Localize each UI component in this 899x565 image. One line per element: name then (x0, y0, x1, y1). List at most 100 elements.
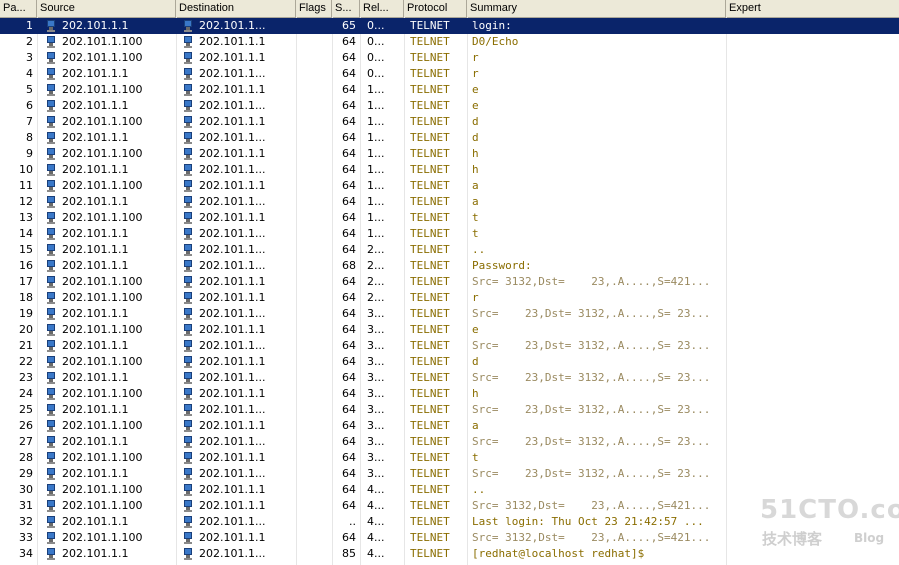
cell-expert (726, 322, 899, 338)
column-header-protocol[interactable]: Protocol (404, 0, 467, 17)
table-row[interactable]: 22 202.101.1.100 202.101.1.1 64 3... TELNET d (0, 354, 899, 370)
table-row[interactable]: 13 202.101.1.100 202.101.1.1 64 1... TELNET t (0, 210, 899, 226)
table-row[interactable]: 3 202.101.1.100 202.101.1.1 64 0... TELNET r (0, 50, 899, 66)
cell-summary: [redhat@localhost redhat]$ (472, 547, 645, 560)
cell-packet-number: 24 (19, 387, 33, 400)
table-row[interactable]: 4 202.101.1.1 202.101.1... 64 0... TELNET r (0, 66, 899, 82)
table-row[interactable]: 23 202.101.1.1 202.101.1... 64 3... TELNET Src… (0, 370, 899, 386)
cell-flags (296, 434, 332, 450)
cell-summary: login: (472, 19, 512, 32)
cell-relative-time: 1... (367, 227, 385, 240)
column-header-size[interactable]: S... (332, 0, 360, 17)
destination-address: 202.101.1.1 (199, 83, 266, 96)
cell-protocol: TELNET (410, 115, 450, 128)
table-row[interactable]: 10 202.101.1.1 202.101.1... 64 1... TELNET h (0, 162, 899, 178)
table-row[interactable]: 25 202.101.1.1 202.101.1... 64 3... TELNET Src… (0, 402, 899, 418)
cell-protocol: TELNET (410, 147, 450, 160)
cell-flags (296, 194, 332, 210)
source-address: 202.101.1.100 (62, 531, 143, 544)
cell-packet-number: 30 (19, 483, 33, 496)
cell-destination: 202.101.1... (176, 226, 296, 242)
cell-size: 64 (342, 339, 356, 352)
column-header-relative-time[interactable]: Rel... (360, 0, 404, 17)
cell-destination: 202.101.1.1 (176, 530, 296, 546)
cell-relative-time: 1... (367, 131, 385, 144)
computer-icon (183, 532, 193, 544)
cell-summary: Src= 23,Dst= 3132,.A....,S= 23... (472, 371, 711, 384)
table-row[interactable]: 8 202.101.1.1 202.101.1... 64 1... TELNET d (0, 130, 899, 146)
table-row[interactable]: 20 202.101.1.100 202.101.1.1 64 3... TELNET e (0, 322, 899, 338)
cell-summary: Src= 23,Dst= 3132,.A....,S= 23... (472, 307, 711, 320)
cell-flags (296, 34, 332, 50)
table-row[interactable]: 27 202.101.1.1 202.101.1... 64 3... TELNET Src… (0, 434, 899, 450)
computer-icon (183, 196, 193, 208)
computer-icon (46, 468, 56, 480)
cell-relative-time: 2... (367, 291, 385, 304)
destination-address: 202.101.1... (199, 227, 266, 240)
cell-destination: 202.101.1... (176, 402, 296, 418)
column-header-flags[interactable]: Flags (296, 0, 332, 17)
table-row[interactable]: 21 202.101.1.1 202.101.1... 64 3... TELNET Src… (0, 338, 899, 354)
table-row[interactable]: 17 202.101.1.100 202.101.1.1 64 2... TELNET Sr… (0, 274, 899, 290)
cell-size: 64 (342, 35, 356, 48)
cell-relative-time: 3... (367, 339, 385, 352)
table-row[interactable]: 24 202.101.1.100 202.101.1.1 64 3... TELNET h (0, 386, 899, 402)
cell-relative-time: 3... (367, 467, 385, 480)
computer-icon (46, 452, 56, 464)
cell-packet-number: 29 (19, 467, 33, 480)
table-row[interactable]: 19 202.101.1.1 202.101.1... 64 3... TELNET Src… (0, 306, 899, 322)
cell-summary: t (472, 451, 479, 464)
cell-flags (296, 386, 332, 402)
destination-address: 202.101.1... (199, 19, 266, 32)
cell-destination: 202.101.1.1 (176, 178, 296, 194)
table-row[interactable]: 5 202.101.1.100 202.101.1.1 64 1... TELNET e (0, 82, 899, 98)
cell-packet-number: 6 (26, 99, 33, 112)
table-row[interactable]: 9 202.101.1.100 202.101.1.1 64 1... TELNET h (0, 146, 899, 162)
table-row[interactable]: 18 202.101.1.100 202.101.1.1 64 2... TELNET r (0, 290, 899, 306)
destination-address: 202.101.1.1 (199, 323, 266, 336)
cell-relative-time: 2... (367, 259, 385, 272)
cell-packet-number: 19 (19, 307, 33, 320)
cell-relative-time: 3... (367, 435, 385, 448)
table-row[interactable]: 28 202.101.1.100 202.101.1.1 64 3... TELNET t (0, 450, 899, 466)
cell-flags (296, 130, 332, 146)
table-row[interactable]: 6 202.101.1.1 202.101.1... 64 1... TELNET e (0, 98, 899, 114)
table-row[interactable]: 7 202.101.1.100 202.101.1.1 64 1... TELNET d (0, 114, 899, 130)
cell-source: 202.101.1.1 (37, 546, 176, 562)
cell-protocol: TELNET (410, 451, 450, 464)
cell-packet-number: 26 (19, 419, 33, 432)
table-row[interactable]: 26 202.101.1.100 202.101.1.1 64 3... TELNET a (0, 418, 899, 434)
cell-protocol: TELNET (410, 515, 450, 528)
source-address: 202.101.1.1 (62, 403, 129, 416)
table-row[interactable]: 16 202.101.1.1 202.101.1... 68 2... TELNET Pas… (0, 258, 899, 274)
table-row[interactable]: 29 202.101.1.1 202.101.1... 64 3... TELNET Src… (0, 466, 899, 482)
column-header-expert[interactable]: Expert (726, 0, 899, 17)
cell-size: 64 (342, 99, 356, 112)
cell-relative-time: 1... (367, 179, 385, 192)
table-row[interactable]: 14 202.101.1.1 202.101.1... 64 1... TELNET t (0, 226, 899, 242)
column-header-source[interactable]: Source (37, 0, 176, 17)
cell-protocol: TELNET (410, 435, 450, 448)
table-row[interactable]: 1 202.101.1.1 202.101.1... 65 0... TELNET logi… (0, 18, 899, 34)
destination-address: 202.101.1... (199, 131, 266, 144)
column-header-summary[interactable]: Summary (467, 0, 726, 17)
cell-destination: 202.101.1... (176, 98, 296, 114)
table-row[interactable]: 2 202.101.1.100 202.101.1.1 64 0... TELNET D0/… (0, 34, 899, 50)
cell-size: 64 (342, 307, 356, 320)
cell-protocol: TELNET (410, 51, 450, 64)
table-row[interactable]: 12 202.101.1.1 202.101.1... 64 1... TELNET a (0, 194, 899, 210)
computer-icon (46, 548, 56, 560)
cell-packet-number: 2 (26, 35, 33, 48)
table-row[interactable]: 11 202.101.1.100 202.101.1.1 64 1... TELNET a (0, 178, 899, 194)
source-address: 202.101.1.100 (62, 275, 143, 288)
table-row[interactable]: 15 202.101.1.1 202.101.1... 64 2... TELNET.. (0, 242, 899, 258)
cell-flags (296, 306, 332, 322)
computer-icon (46, 20, 56, 32)
cell-source: 202.101.1.1 (37, 194, 176, 210)
cell-protocol: TELNET (410, 67, 450, 80)
cell-source: 202.101.1.100 (37, 498, 176, 514)
source-address: 202.101.1.1 (62, 307, 129, 320)
column-header-packet[interactable]: Pa... (0, 0, 37, 17)
column-header-destination[interactable]: Destination (176, 0, 296, 17)
cell-packet-number: 3 (26, 51, 33, 64)
